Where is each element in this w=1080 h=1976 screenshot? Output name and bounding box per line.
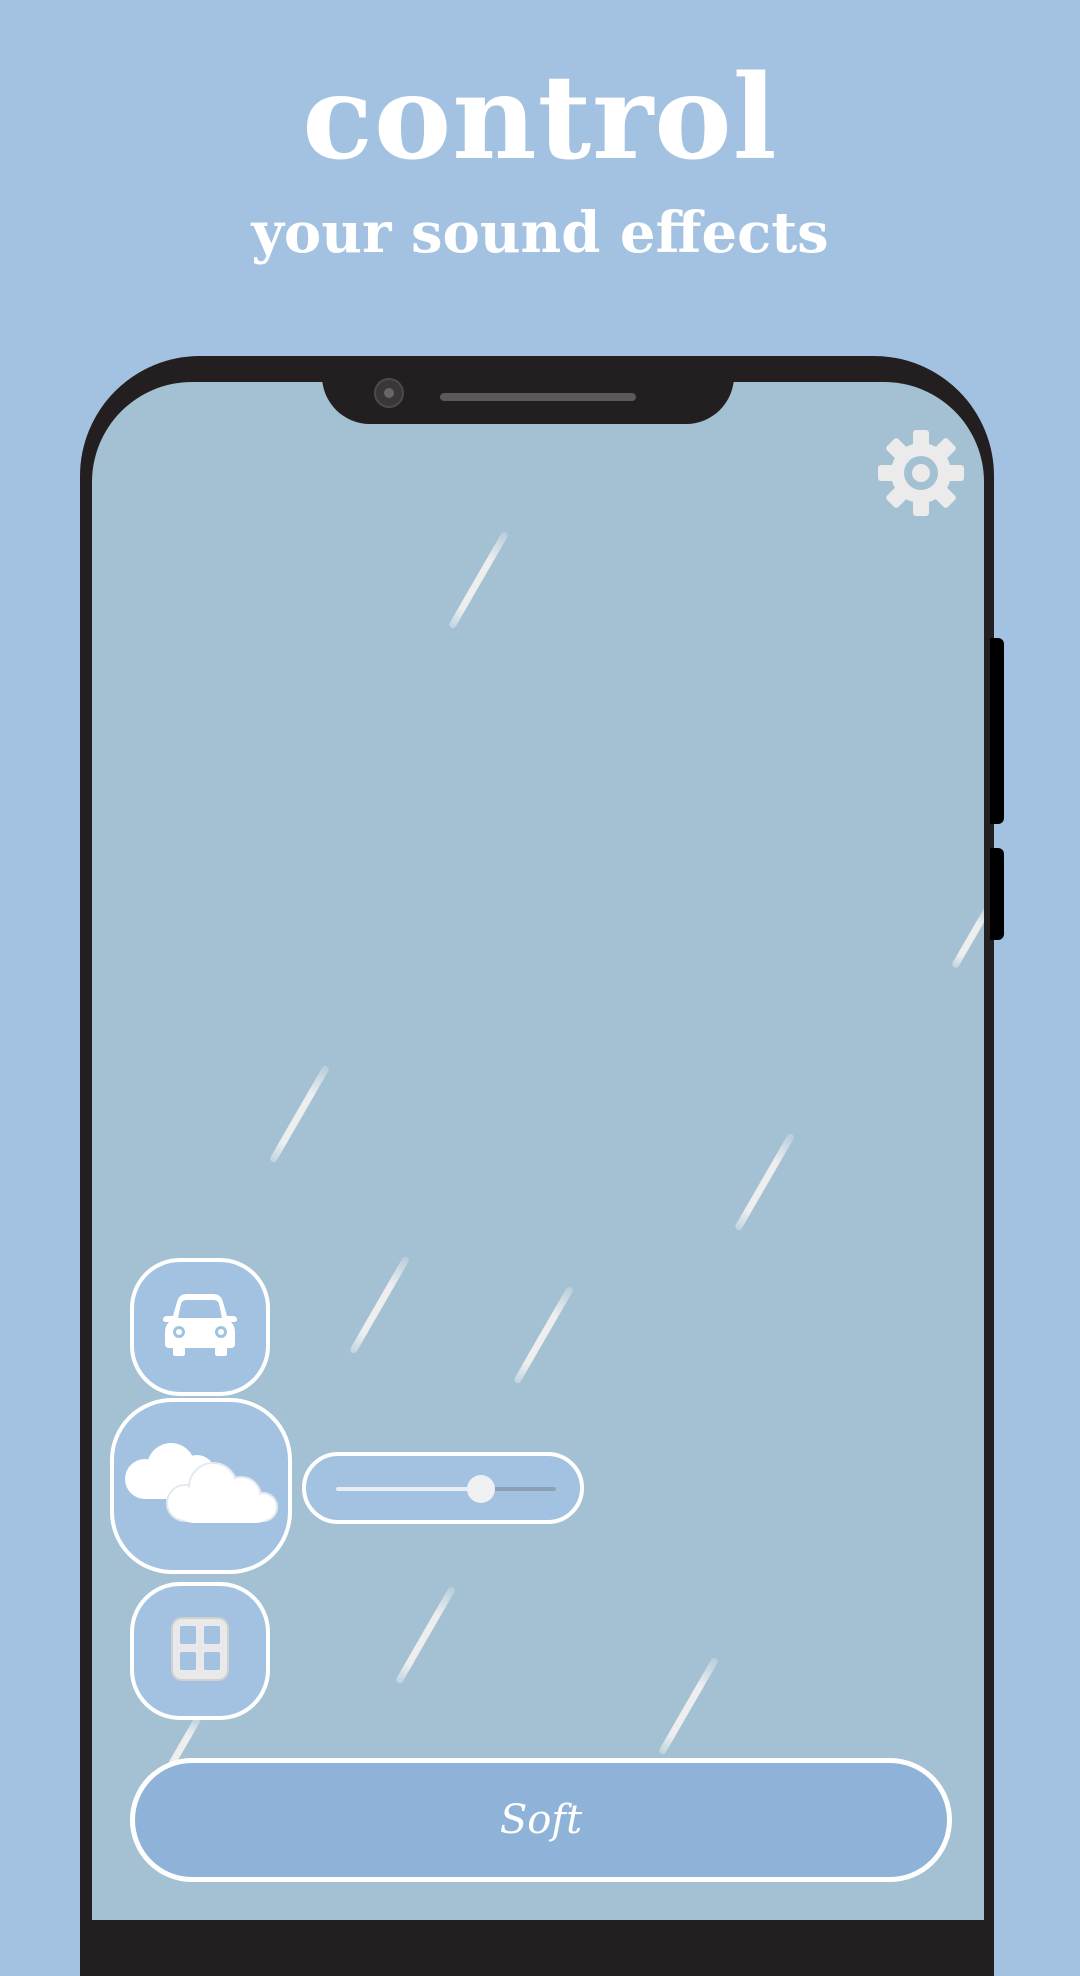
volume-slider[interactable] [302, 1452, 584, 1524]
slider-thumb[interactable] [467, 1475, 496, 1503]
rain-drop [733, 1132, 796, 1232]
rain-drop [950, 904, 984, 970]
gear-icon[interactable] [876, 428, 966, 518]
rain-sound-button[interactable] [110, 1398, 292, 1574]
car-sound-button[interactable] [130, 1258, 270, 1396]
page-title: control [302, 50, 778, 186]
rain-drop [348, 1255, 411, 1355]
rain-drop [268, 1064, 331, 1164]
rain-drop [447, 530, 510, 630]
phone-side-button [990, 638, 1004, 824]
rain-drop [394, 1585, 457, 1685]
window-icon [170, 1616, 230, 1686]
speaker-grille [440, 393, 636, 401]
slider-track [336, 1475, 556, 1503]
cloud-icon [123, 1441, 279, 1531]
rain-drop [657, 1656, 720, 1756]
slider-fill [336, 1487, 482, 1491]
phone-side-button [990, 848, 1004, 940]
page-subtitle: your sound effects [251, 200, 829, 266]
mode-button[interactable]: Soft [130, 1758, 952, 1882]
car-icon [157, 1292, 243, 1362]
window-sound-button[interactable] [130, 1582, 270, 1720]
mode-button-label: Soft [499, 1797, 583, 1843]
rain-drop [512, 1285, 575, 1385]
camera-icon [374, 378, 404, 408]
